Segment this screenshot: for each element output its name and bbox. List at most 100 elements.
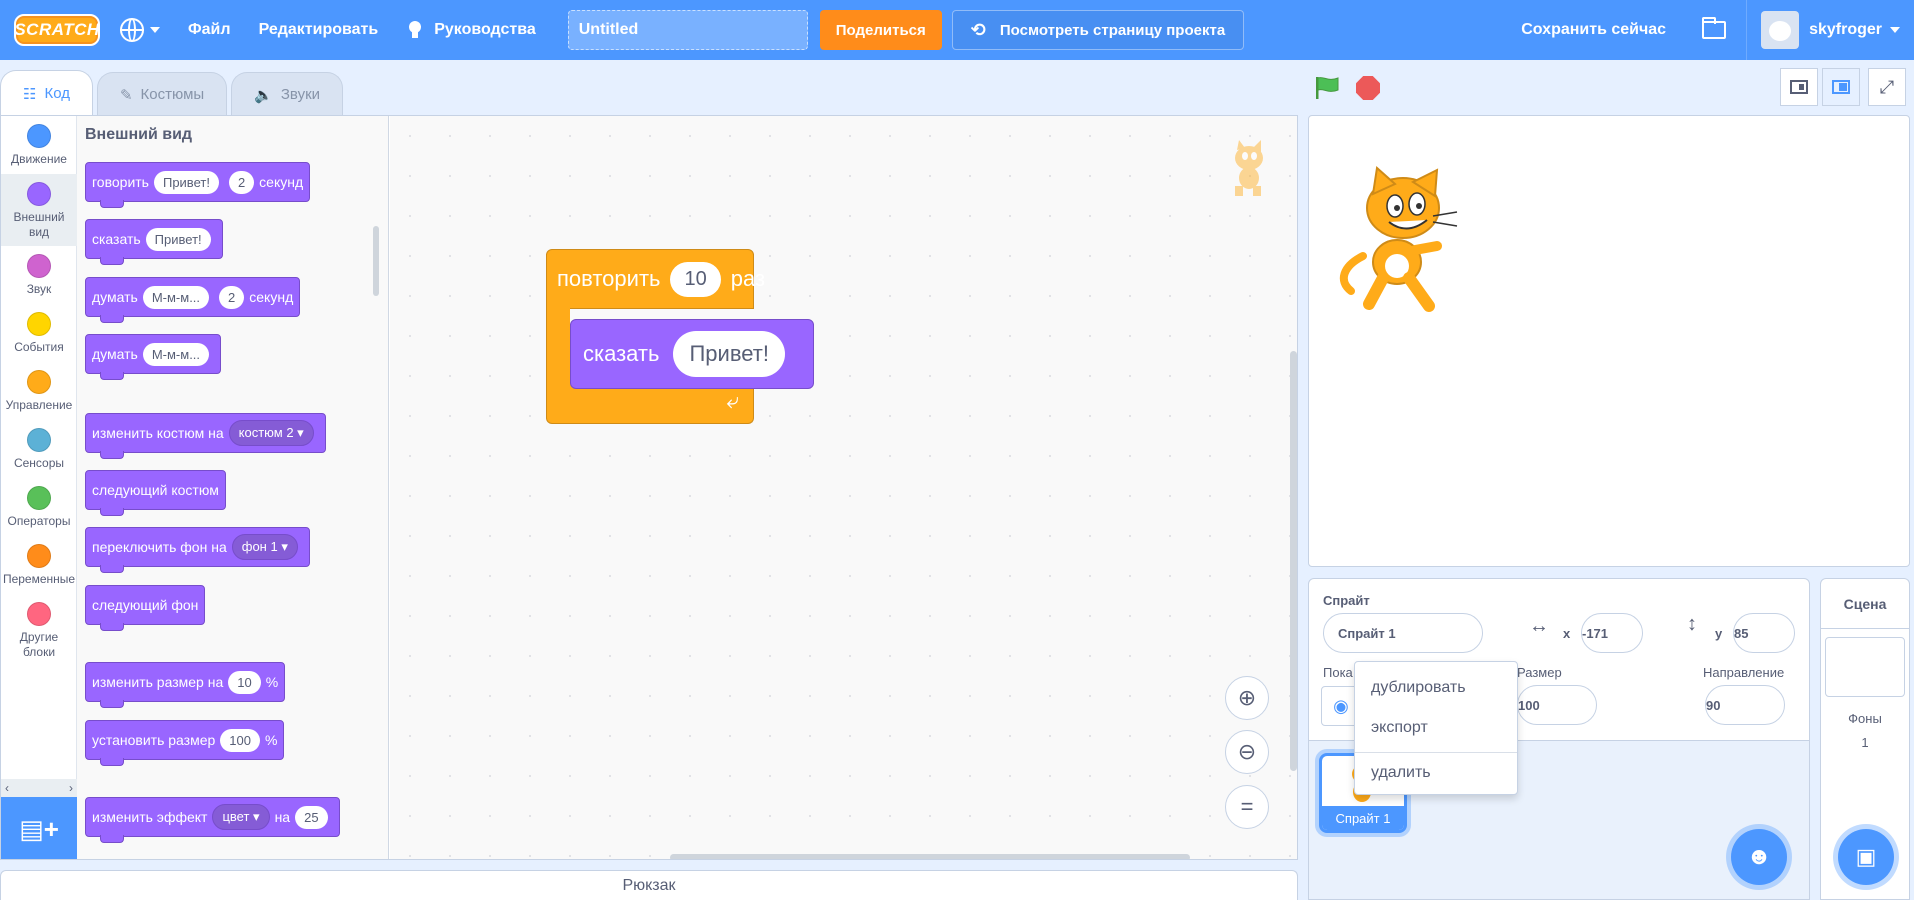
category-scrollbar[interactable]: ‹ › — [1, 779, 77, 797]
context-export[interactable]: экспорт — [1355, 708, 1517, 748]
direction-input[interactable] — [1705, 685, 1785, 725]
editor-tabs: ☷ Код ✎ Костюмы 🔈 Звуки — [0, 70, 347, 116]
project-title-input[interactable] — [567, 10, 808, 50]
category-my-blocks[interactable]: Другие блоки — [1, 594, 77, 666]
my-blocks-dot-icon — [27, 602, 51, 626]
workspace-vertical-scrollbar[interactable] — [1290, 351, 1297, 771]
add-extension-button[interactable]: ▤+ — [1, 797, 77, 859]
vertical-arrows-icon: ↕ — [1687, 613, 1697, 635]
block-input[interactable]: 2 — [219, 285, 245, 309]
zoom-out-button[interactable]: ⊖ — [1225, 730, 1269, 774]
size-input[interactable] — [1517, 685, 1597, 725]
block-say[interactable]: сказать Привет! — [85, 219, 223, 265]
backdrop-dropdown[interactable]: фон 1 ▾ — [231, 534, 298, 560]
block-set-size[interactable]: установить размер 100 % — [85, 720, 285, 766]
scroll-left-icon[interactable]: ‹ — [5, 781, 9, 795]
category-looks[interactable]: Внешний вид — [1, 174, 77, 246]
repeat-count-input[interactable]: 10 — [670, 261, 721, 297]
my-stuff-folder-icon[interactable] — [1702, 17, 1727, 39]
category-label: Движение — [11, 152, 67, 166]
account-menu[interactable]: skyfroger — [1746, 0, 1914, 60]
add-sprite-button[interactable]: ☻ — [1731, 829, 1787, 885]
paintbrush-icon: ✎ — [119, 86, 133, 104]
y-label: y — [1715, 626, 1723, 641]
file-menu[interactable]: Файл — [174, 0, 245, 60]
sprite-name-input[interactable] — [1323, 613, 1483, 653]
scratch-logo[interactable]: SCRATCH — [14, 14, 100, 46]
stage[interactable] — [1308, 115, 1910, 567]
block-input[interactable]: М-м-м... — [142, 285, 210, 309]
edit-menu[interactable]: Редактировать — [245, 0, 393, 60]
category-control[interactable]: Управление — [1, 362, 77, 420]
category-label: Сенсоры — [13, 456, 65, 470]
category-label: Внешний вид — [13, 210, 65, 239]
block-think-for-secs[interactable]: думать М-м-м... 2 секунд — [85, 277, 301, 323]
category-sensing[interactable]: Сенсоры — [1, 420, 77, 478]
tab-costumes[interactable]: ✎ Костюмы — [96, 72, 228, 116]
repeat-block[interactable]: повторить 10 раз — [546, 249, 765, 309]
tab-sounds[interactable]: 🔈 Звуки — [231, 72, 344, 116]
save-now-button[interactable]: Сохранить сейчас — [1505, 21, 1682, 39]
tab-code[interactable]: ☷ Код — [0, 70, 93, 116]
category-variables[interactable]: Переменные — [1, 536, 77, 594]
block-switch-costume[interactable]: изменить костюм на костюм 2 ▾ — [85, 413, 326, 459]
y-input[interactable] — [1733, 613, 1795, 653]
add-backdrop-button[interactable]: ▣ — [1838, 829, 1894, 885]
x-input[interactable] — [1581, 613, 1643, 653]
zoom-in-button[interactable]: ⊕ — [1225, 676, 1269, 720]
block-input[interactable]: 25 — [295, 805, 328, 829]
category-sound[interactable]: Звук — [1, 246, 77, 304]
block-input[interactable]: М-м-м... — [142, 342, 210, 366]
fullscreen-button[interactable]: ⤢ — [1868, 68, 1906, 106]
category-label: Управление — [5, 398, 73, 412]
share-button[interactable]: Поделиться — [819, 10, 942, 50]
category-motion[interactable]: Движение — [1, 116, 77, 174]
stage-target-pane[interactable]: Сцена Фоны 1 ▣ — [1820, 578, 1910, 900]
stage-thumbnail[interactable] — [1825, 637, 1905, 697]
block-next-backdrop[interactable]: следующий фон — [85, 585, 206, 631]
effect-dropdown[interactable]: цвет ▾ — [212, 804, 270, 830]
chevron-down-icon — [1890, 27, 1900, 33]
block-input[interactable]: Привет! — [145, 227, 211, 251]
tutorials-label: Руководства — [434, 21, 536, 38]
workspace-horizontal-scrollbar[interactable] — [670, 854, 1190, 859]
block-switch-backdrop[interactable]: переключить фон на фон 1 ▾ — [85, 527, 310, 573]
block-think[interactable]: думать М-м-м... — [85, 334, 222, 380]
block-input[interactable]: Привет! — [153, 170, 219, 194]
variables-dot-icon — [27, 544, 51, 568]
script-workspace[interactable]: повторить 10 раз ⤶ сказать Привет! ⊕ ⊖ = — [390, 116, 1297, 859]
block-input[interactable]: 10 — [228, 670, 261, 694]
zoom-reset-button[interactable]: = — [1225, 785, 1269, 829]
block-say-for-secs[interactable]: говорить Привет! 2 секунд — [85, 162, 311, 208]
block-text: на — [274, 809, 291, 825]
backdrops-count: 1 — [1861, 735, 1869, 750]
costume-dropdown[interactable]: костюм 2 ▾ — [228, 420, 314, 446]
green-flag-icon[interactable] — [1314, 76, 1340, 100]
see-project-page-button[interactable]: ⟲ Посмотреть страницу проекта — [951, 10, 1245, 50]
looks-dot-icon — [27, 182, 51, 206]
category-label: Переменные — [2, 572, 76, 586]
stop-icon[interactable] — [1356, 76, 1380, 100]
palette-scrollbar[interactable] — [373, 226, 379, 296]
zoom-out-icon: ⊖ — [1237, 739, 1257, 764]
block-change-size[interactable]: изменить размер на 10 % — [85, 662, 286, 708]
cat-sprite[interactable] — [1333, 166, 1465, 316]
tutorials-button[interactable]: Руководства — [392, 0, 550, 60]
block-input[interactable]: 100 — [220, 728, 260, 752]
category-events[interactable]: События — [1, 304, 77, 362]
small-stage-button[interactable] — [1780, 68, 1818, 106]
context-delete[interactable]: удалить — [1355, 752, 1517, 792]
block-input[interactable]: 2 — [228, 170, 255, 194]
scroll-right-icon[interactable]: › — [69, 781, 73, 795]
block-next-costume[interactable]: следующий костюм — [85, 470, 226, 516]
backdrops-label: Фоны — [1848, 711, 1882, 726]
say-block[interactable]: сказать Привет! — [570, 319, 814, 389]
category-operators[interactable]: Операторы — [1, 478, 77, 536]
say-text-input[interactable]: Привет! — [673, 331, 785, 377]
backpack[interactable]: Рюкзак — [0, 870, 1298, 900]
large-stage-button[interactable] — [1822, 68, 1860, 106]
language-menu[interactable] — [106, 0, 174, 60]
context-duplicate[interactable]: дублировать — [1355, 668, 1517, 708]
block-change-effect[interactable]: изменить эффект цвет ▾ на 25 — [85, 797, 340, 843]
horizontal-arrows-icon: ↔ — [1529, 615, 1549, 637]
